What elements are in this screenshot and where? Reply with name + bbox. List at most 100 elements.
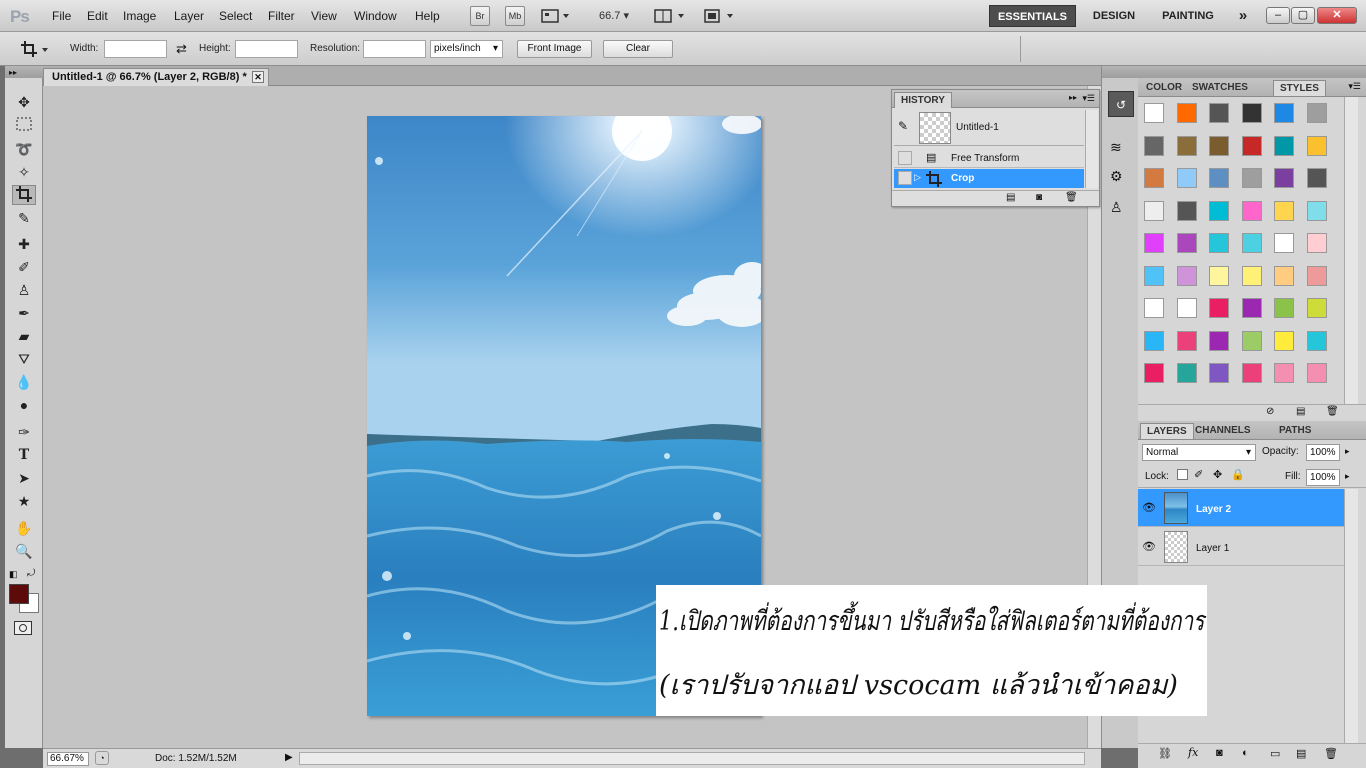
panel-collapse-bar[interactable]	[1102, 66, 1139, 78]
history-panel-icon[interactable]: ↺	[1108, 91, 1134, 117]
swap-colors-icon[interactable]: ⤾	[27, 568, 35, 579]
history-scrollbar[interactable]	[1085, 110, 1098, 188]
close-tab-icon[interactable]: ✕	[252, 71, 264, 83]
menu-window[interactable]: Window	[354, 9, 397, 23]
adjustment-layer-icon[interactable]: ◐	[1242, 747, 1249, 759]
tab-color[interactable]: COLOR	[1140, 80, 1188, 96]
menu-edit[interactable]: Edit	[87, 9, 108, 23]
style-swatch[interactable]	[1209, 135, 1229, 156]
paint-bucket-tool-icon[interactable]: ⛛	[12, 349, 36, 369]
minimize-button[interactable]: –	[1266, 7, 1290, 24]
tab-swatches[interactable]: SWATCHES	[1186, 80, 1254, 96]
style-swatch[interactable]	[1176, 168, 1197, 188]
width-field[interactable]	[104, 40, 167, 58]
menu-file[interactable]: File	[52, 9, 71, 23]
lock-transparent-icon[interactable]	[1177, 469, 1188, 480]
workspace-design[interactable]: DESIGN	[1088, 5, 1140, 27]
opacity-field[interactable]: 100%	[1306, 444, 1340, 461]
style-swatch[interactable]	[1144, 298, 1164, 318]
healing-brush-tool-icon[interactable]: ✚	[12, 234, 36, 254]
menu-view[interactable]: View	[311, 9, 337, 23]
style-swatch[interactable]	[1306, 233, 1327, 253]
style-swatch[interactable]	[1209, 363, 1229, 383]
style-swatch[interactable]	[1274, 363, 1294, 383]
style-swatch[interactable]	[1209, 103, 1229, 123]
style-swatch[interactable]	[1306, 363, 1327, 383]
style-swatch[interactable]	[1209, 168, 1229, 188]
style-swatch[interactable]	[1274, 200, 1294, 221]
add-mask-icon[interactable]: ◙	[1216, 747, 1223, 759]
resolution-units-select[interactable]: pixels/inch ▾	[430, 40, 503, 58]
zoom-level-dropdown[interactable]: 66.7 ▾	[599, 9, 629, 22]
close-button[interactable]: ✕	[1317, 7, 1357, 24]
clear-style-icon[interactable]: ⊘	[1266, 406, 1274, 417]
clear-button[interactable]: Clear	[603, 40, 673, 58]
style-swatch[interactable]	[1209, 330, 1229, 351]
menu-layer[interactable]: Layer	[174, 9, 204, 23]
history-brush-source-icon[interactable]: ✎	[898, 119, 908, 133]
style-swatch[interactable]	[1241, 298, 1262, 318]
style-swatch[interactable]	[1144, 200, 1164, 221]
menu-help[interactable]: Help	[415, 9, 440, 23]
style-swatch[interactable]	[1274, 330, 1294, 351]
blend-mode-select[interactable]: Normal ▾	[1142, 444, 1256, 461]
style-swatch[interactable]	[1306, 135, 1327, 156]
history-brush-source-box[interactable]	[898, 151, 912, 165]
style-swatch[interactable]	[1241, 233, 1262, 253]
new-style-icon[interactable]: ▤	[1296, 406, 1305, 417]
chevron-right-icon[interactable]: ▸	[1345, 446, 1350, 457]
blur-tool-icon[interactable]: 💧	[12, 372, 36, 392]
layer-style-icon[interactable]: fx	[1188, 746, 1198, 759]
workspace-painting[interactable]: PAINTING	[1155, 5, 1221, 27]
fill-field[interactable]: 100%	[1306, 469, 1340, 486]
style-swatch[interactable]	[1241, 135, 1262, 156]
crop-tool-icon[interactable]	[12, 185, 36, 205]
path-selection-tool-icon[interactable]: ➤	[12, 468, 36, 488]
shape-tool-icon[interactable]: ★	[12, 491, 36, 511]
eye-icon[interactable]: 👁	[1142, 540, 1156, 553]
menu-image[interactable]: Image	[123, 9, 156, 23]
style-swatch[interactable]	[1241, 363, 1262, 383]
lock-image-icon[interactable]: ✐	[1194, 468, 1203, 481]
style-swatch[interactable]	[1144, 363, 1164, 383]
style-swatch[interactable]	[1144, 103, 1164, 123]
style-swatch[interactable]	[1306, 168, 1327, 188]
style-swatch[interactable]	[1144, 265, 1164, 286]
history-brush-tool-icon[interactable]: ✒	[12, 303, 36, 323]
style-swatch[interactable]	[1241, 103, 1262, 123]
tab-styles[interactable]: STYLES	[1273, 80, 1326, 96]
history-brush-source-box[interactable]	[898, 171, 912, 185]
style-swatch[interactable]	[1176, 363, 1197, 383]
style-swatch[interactable]	[1274, 168, 1294, 188]
zoom-tool-icon[interactable]: 🔍	[12, 541, 36, 561]
view-extras-button[interactable]	[541, 8, 571, 24]
style-swatch[interactable]	[1306, 330, 1327, 351]
layer-row-selected[interactable]: 👁 Layer 2	[1138, 489, 1344, 527]
height-field[interactable]	[235, 40, 298, 58]
style-swatch[interactable]	[1209, 233, 1229, 253]
style-swatch[interactable]	[1209, 265, 1229, 286]
new-snapshot-icon[interactable]: ◙	[1036, 192, 1042, 203]
style-swatch[interactable]	[1176, 233, 1197, 253]
style-swatch[interactable]	[1241, 168, 1262, 188]
style-swatch[interactable]	[1306, 200, 1327, 221]
quick-selection-tool-icon[interactable]: ✧	[12, 162, 36, 182]
type-tool-icon[interactable]: T	[12, 445, 36, 465]
mini-bridge-button[interactable]: Mb	[505, 6, 525, 26]
tab-channels[interactable]: CHANNELS	[1189, 423, 1257, 439]
style-swatch[interactable]	[1274, 135, 1294, 156]
status-menu-icon[interactable]: ◔	[95, 751, 109, 765]
arrange-documents-button[interactable]	[654, 8, 688, 24]
panel-menu-icon[interactable]: ▾☰	[1348, 81, 1361, 92]
layer-row[interactable]: 👁 Layer 1	[1138, 528, 1344, 566]
new-group-icon[interactable]: ▭	[1270, 747, 1280, 760]
play-arrow-icon[interactable]: ▶	[285, 752, 293, 763]
panel-menu-icon[interactable]: ▾☰	[1082, 93, 1095, 104]
pen-tool-icon[interactable]: ✑	[12, 422, 36, 442]
style-swatch[interactable]	[1144, 330, 1164, 351]
zoom-field[interactable]: 66.67%	[47, 752, 89, 766]
style-swatch[interactable]	[1274, 265, 1294, 286]
style-swatch[interactable]	[1176, 103, 1197, 123]
styles-scrollbar[interactable]	[1344, 97, 1358, 404]
style-swatch[interactable]	[1306, 103, 1327, 123]
